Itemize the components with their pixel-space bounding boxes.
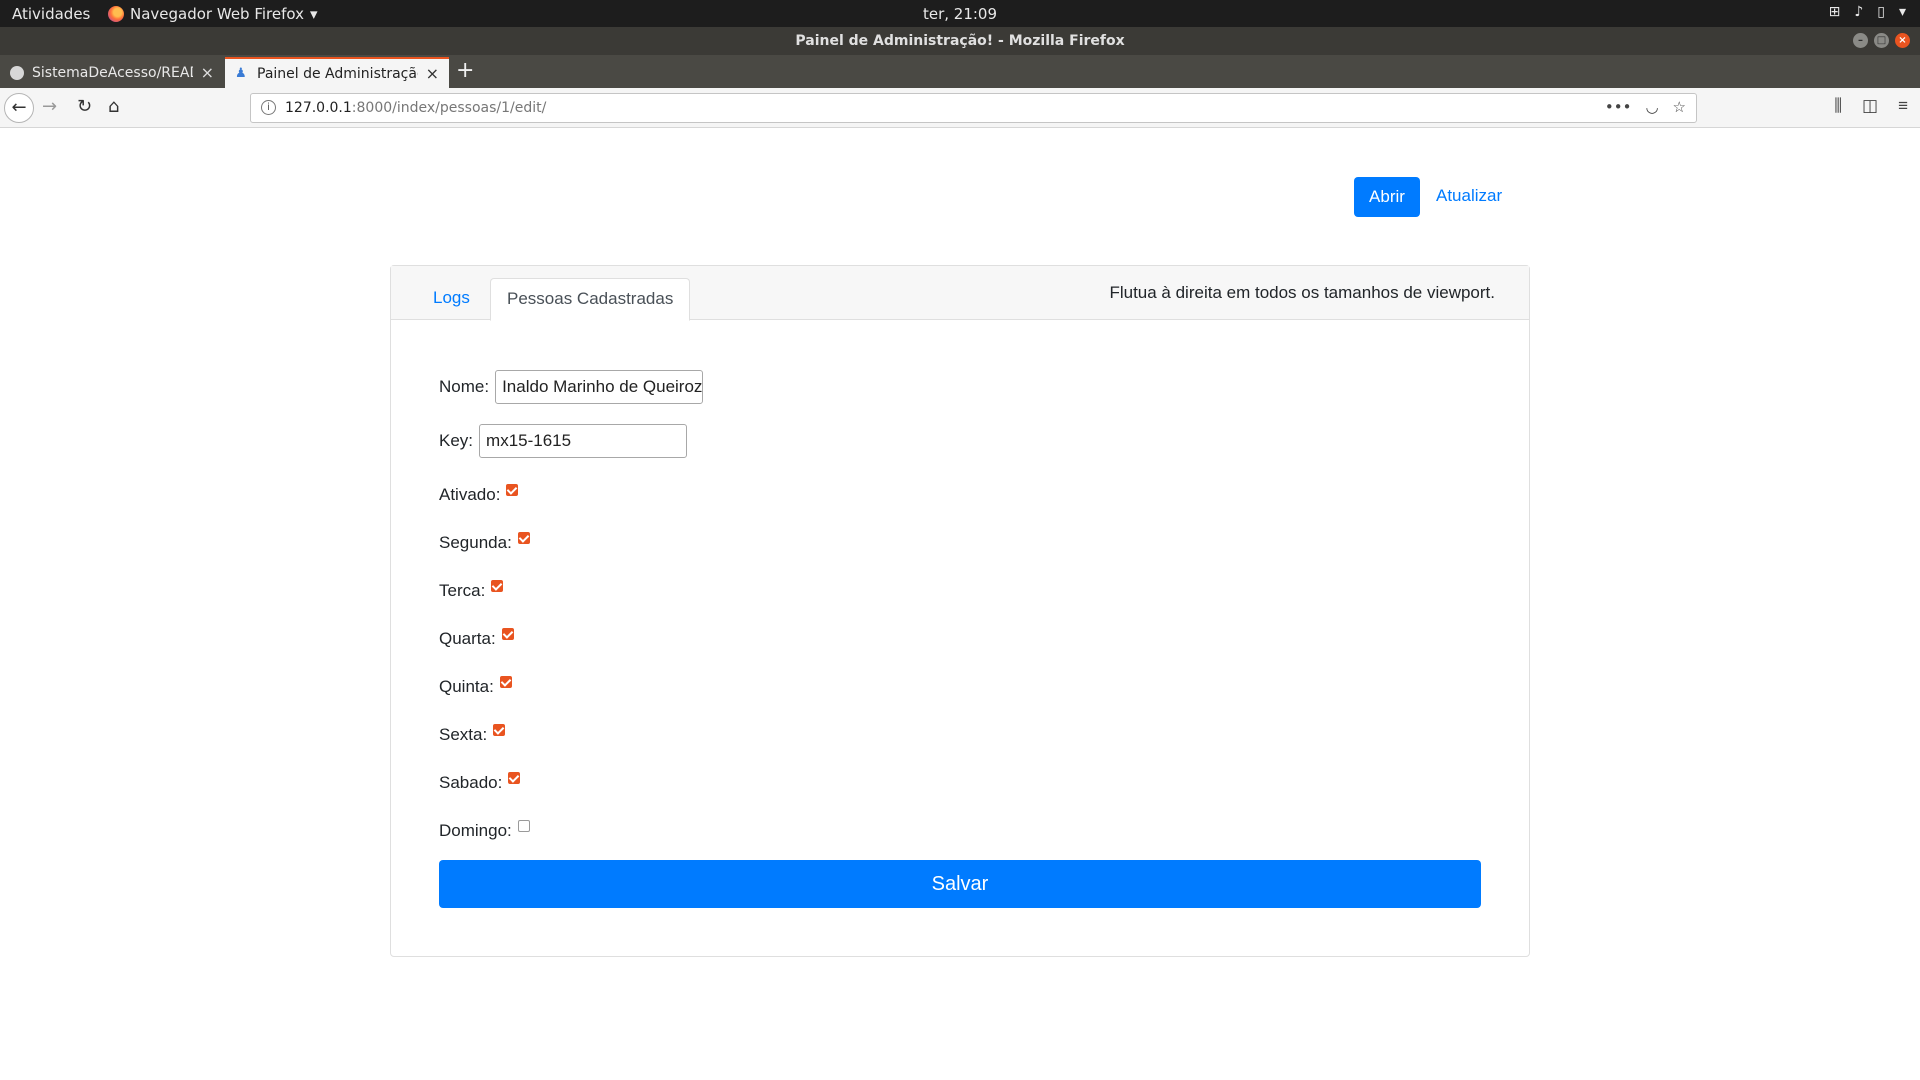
browser-tab-strip: SistemaDeAcesso/READM × ♟ Painel de Admi…	[0, 55, 1920, 88]
sidebar-icon[interactable]: ◫	[1862, 96, 1878, 116]
atualizar-link[interactable]: Atualizar	[1436, 186, 1502, 206]
nome-input[interactable]: Inaldo Marinho de Queiroz F	[495, 370, 704, 404]
checkbox-row-terca: Terca:	[439, 580, 504, 601]
terca-checkbox[interactable]	[491, 580, 504, 592]
url-bar[interactable]: i 127.0.0.1:8000/index/pessoas/1/edit/ •…	[250, 93, 1697, 123]
tab-label: Painel de Administração	[257, 65, 418, 82]
network-icon: ⊞	[1828, 4, 1841, 20]
checkbox-row-quinta: Quinta:	[439, 676, 512, 697]
chevron-down-icon: ▾	[309, 5, 318, 23]
checkbox-row-domingo: Domingo:	[439, 820, 530, 841]
checkbox-row-quarta: Quarta:	[439, 628, 514, 649]
tab-pessoas-cadastradas[interactable]: Pessoas Cadastradas	[490, 278, 691, 321]
home-button[interactable]: ⌂	[108, 96, 119, 117]
pocket-icon[interactable]: ◡	[1645, 98, 1658, 116]
maximize-button[interactable]: □	[1874, 33, 1889, 48]
system-tray[interactable]: ⊞ ♪ ▯ ▾	[1829, 4, 1906, 20]
quarta-checkbox[interactable]	[501, 628, 514, 640]
checkbox-row-ativado: Ativado:	[439, 484, 519, 505]
checkbox-label: Segunda:	[439, 533, 512, 552]
bookmark-star-icon[interactable]: ☆	[1673, 98, 1686, 116]
salvar-button[interactable]: Salvar	[439, 860, 1481, 908]
library-icon[interactable]: ⫼	[1834, 96, 1842, 116]
app-menu-label: Navegador Web Firefox	[130, 5, 304, 23]
checkbox-row-segunda: Segunda:	[439, 532, 530, 553]
key-label: Key:	[439, 431, 474, 450]
checkbox-label: Ativado:	[439, 485, 501, 504]
battery-icon: ▯	[1877, 4, 1885, 20]
url-path: :8000/index/pessoas/1/edit/	[351, 100, 547, 116]
browser-tab-admin[interactable]: ♟ Painel de Administração ×	[225, 57, 449, 88]
checkbox-label: Quinta:	[439, 677, 494, 696]
key-input[interactable]: mx15-1615	[479, 424, 688, 458]
tab-logs[interactable]: Logs	[417, 278, 486, 321]
browser-tab-github[interactable]: SistemaDeAcesso/READM ×	[0, 57, 224, 88]
activities-button[interactable]: Atividades	[12, 5, 90, 23]
app-menu[interactable]: Navegador Web Firefox ▾	[108, 5, 318, 23]
system-top-bar: Atividades Navegador Web Firefox ▾ ter, …	[0, 0, 1920, 27]
back-button[interactable]: ←	[4, 93, 34, 123]
header-float-text: Flutua à direita em todos os tamanhos de…	[1109, 283, 1495, 302]
page-actions-icon[interactable]: •••	[1605, 98, 1632, 116]
checkbox-label: Quarta:	[439, 629, 496, 648]
minimize-button[interactable]: –	[1853, 33, 1868, 48]
checkbox-label: Domingo:	[439, 821, 512, 840]
sexta-checkbox[interactable]	[493, 724, 506, 736]
hamburger-menu-icon[interactable]: ≡	[1898, 96, 1908, 116]
key-row: Key: mx15-1615	[439, 424, 688, 458]
window-title: Painel de Administração! - Mozilla Firef…	[795, 33, 1125, 49]
sabado-checkbox[interactable]	[508, 772, 521, 784]
browser-nav-bar: ← → ↻ ⌂ i 127.0.0.1:8000/index/pessoas/1…	[0, 88, 1920, 128]
quinta-checkbox[interactable]	[499, 676, 512, 688]
checkbox-label: Sabado:	[439, 773, 503, 792]
checkbox-row-sabado: Sabado:	[439, 772, 521, 793]
checkbox-row-sexta: Sexta:	[439, 724, 506, 745]
checkbox-label: Sexta:	[439, 725, 488, 744]
ativado-checkbox[interactable]	[506, 484, 519, 496]
domingo-checkbox[interactable]	[517, 820, 530, 832]
forward-button[interactable]: →	[42, 96, 57, 117]
url-host: 127.0.0.1	[285, 100, 352, 116]
tab-label: SistemaDeAcesso/READM	[32, 64, 193, 81]
close-window-button[interactable]: ×	[1895, 33, 1910, 48]
nome-row: Nome: Inaldo Marinho de Queiroz F	[439, 370, 704, 404]
clock[interactable]: ter, 21:09	[923, 5, 997, 23]
github-icon	[10, 65, 24, 80]
info-icon[interactable]: i	[261, 100, 276, 115]
abrir-button[interactable]: Abrir	[1354, 177, 1420, 217]
close-icon[interactable]: ×	[201, 63, 214, 82]
segunda-checkbox[interactable]	[517, 532, 530, 544]
chevron-down-icon: ▾	[1898, 4, 1906, 20]
volume-icon: ♪	[1854, 4, 1864, 20]
card-header: Logs Pessoas Cadastradas Flutua à direit…	[391, 266, 1529, 321]
admin-card: Logs Pessoas Cadastradas Flutua à direit…	[390, 265, 1530, 957]
nome-label: Nome:	[439, 377, 490, 396]
reload-button[interactable]: ↻	[77, 96, 92, 117]
url-text[interactable]: 127.0.0.1:8000/index/pessoas/1/edit/	[285, 100, 546, 116]
close-icon[interactable]: ×	[426, 64, 439, 83]
firefox-icon	[108, 6, 124, 22]
window-title-bar: Painel de Administração! - Mozilla Firef…	[0, 27, 1920, 55]
admin-user-icon: ♟	[235, 65, 247, 81]
new-tab-button[interactable]: +	[456, 58, 474, 83]
checkbox-label: Terca:	[439, 581, 486, 600]
